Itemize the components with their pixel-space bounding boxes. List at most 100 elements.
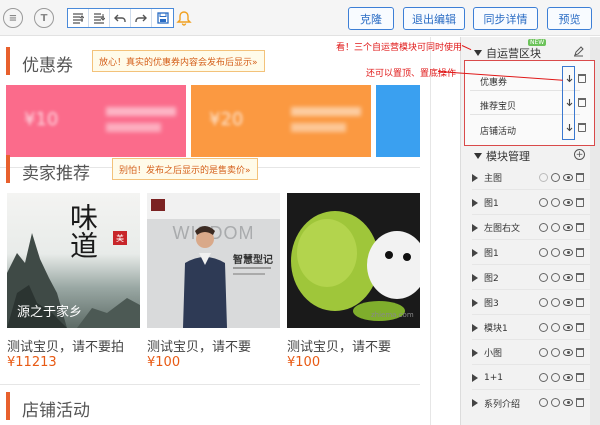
- move-up-icon[interactable]: [539, 373, 548, 382]
- product-image-subtext: 智慧型记: [233, 255, 273, 266]
- product-card[interactable]: 味道 美 源之于家乡 测试宝贝，请不要拍 ¥11213: [7, 193, 140, 370]
- delete-icon[interactable]: [577, 74, 586, 83]
- eye-icon[interactable]: [563, 399, 573, 406]
- eye-icon[interactable]: [563, 249, 573, 256]
- align-up-icon[interactable]: [68, 9, 89, 27]
- module-row[interactable]: 系列介绍: [472, 391, 590, 415]
- preview-button[interactable]: 预览: [547, 7, 592, 30]
- expand-triangle-icon[interactable]: [472, 173, 478, 182]
- delete-icon[interactable]: [576, 398, 584, 407]
- move-down-icon[interactable]: [551, 348, 560, 357]
- move-up-icon[interactable]: [539, 273, 548, 282]
- delete-icon[interactable]: [577, 123, 586, 132]
- product-name[interactable]: 测试宝贝，请不要拍: [7, 336, 140, 355]
- custom-block-header[interactable]: 自运营区块: [474, 45, 541, 61]
- module-label: 左图右文: [484, 224, 521, 234]
- menu-circle-icon[interactable]: ≡: [3, 8, 23, 28]
- delete-icon[interactable]: [576, 223, 584, 232]
- move-up-icon[interactable]: [539, 223, 548, 232]
- module-row[interactable]: 小图: [472, 341, 590, 365]
- module-row[interactable]: 左图右文: [472, 216, 590, 240]
- expand-triangle-icon[interactable]: [472, 323, 478, 332]
- delete-icon[interactable]: [576, 298, 584, 307]
- delete-icon[interactable]: [576, 373, 584, 382]
- sync-detail-button[interactable]: 同步详情: [473, 7, 538, 30]
- move-up-icon[interactable]: [539, 398, 548, 407]
- expand-triangle-icon[interactable]: [472, 298, 478, 307]
- move-down-icon[interactable]: [551, 173, 560, 182]
- move-up-icon[interactable]: [539, 248, 548, 257]
- module-row[interactable]: 图1: [472, 191, 590, 215]
- expand-triangle-icon[interactable]: [472, 248, 478, 257]
- coupon-card[interactable]: ¥20: [191, 85, 371, 157]
- eye-icon[interactable]: [563, 349, 573, 356]
- module-label: 主图: [484, 174, 503, 184]
- align-down-icon[interactable]: [89, 9, 110, 27]
- coupon-card[interactable]: ¥10: [6, 85, 186, 157]
- exit-edit-button[interactable]: 退出编辑: [403, 7, 465, 30]
- expand-triangle-icon[interactable]: [472, 198, 478, 207]
- move-down-icon[interactable]: [551, 248, 560, 257]
- product-card[interactable]: WISDOM 智慧型记 测试宝贝，请不要 ¥100: [147, 193, 280, 370]
- module-manage-header[interactable]: 模块管理: [474, 148, 530, 164]
- move-down-icon[interactable]: [565, 98, 574, 107]
- eye-icon[interactable]: [563, 299, 573, 306]
- move-down-icon[interactable]: [551, 273, 560, 282]
- text-circle-icon[interactable]: T: [34, 8, 54, 28]
- custom-item-coupon[interactable]: 优惠券: [480, 75, 507, 88]
- move-down-icon[interactable]: [551, 198, 560, 207]
- product-name[interactable]: 测试宝贝，请不要: [147, 336, 280, 355]
- move-up-icon[interactable]: [539, 298, 548, 307]
- clone-button[interactable]: 克隆: [348, 7, 394, 30]
- expand-triangle-icon[interactable]: [472, 223, 478, 232]
- expand-triangle-icon[interactable]: [472, 373, 478, 382]
- product-card[interactable]: zhiema.com 测试宝贝，请不要 ¥100: [287, 193, 420, 370]
- move-down-icon[interactable]: [551, 373, 560, 382]
- delete-icon[interactable]: [576, 273, 584, 282]
- eye-icon[interactable]: [563, 374, 573, 381]
- move-up-icon[interactable]: [539, 198, 548, 207]
- custom-item-activity[interactable]: 店铺活动: [480, 124, 516, 137]
- eye-icon[interactable]: [563, 324, 573, 331]
- add-module-icon[interactable]: +: [574, 149, 585, 160]
- redo-icon[interactable]: [131, 9, 152, 27]
- move-down-icon[interactable]: [551, 298, 560, 307]
- delete-icon[interactable]: [576, 198, 584, 207]
- delete-icon[interactable]: [576, 173, 584, 182]
- custom-item-recommend[interactable]: 推荐宝贝: [480, 99, 516, 112]
- move-up-icon[interactable]: [539, 173, 548, 182]
- delete-icon[interactable]: [576, 348, 584, 357]
- undo-icon[interactable]: [110, 9, 131, 27]
- collapse-triangle-icon[interactable]: [474, 153, 482, 159]
- move-down-icon[interactable]: [551, 323, 560, 332]
- module-row[interactable]: 图3: [472, 291, 590, 315]
- save-icon[interactable]: [152, 9, 173, 27]
- eye-icon[interactable]: [563, 199, 573, 206]
- product-name[interactable]: 测试宝贝，请不要: [287, 336, 420, 355]
- move-down-icon[interactable]: [565, 123, 574, 132]
- coupon-card[interactable]: [376, 85, 420, 157]
- module-row[interactable]: 模块1: [472, 316, 590, 340]
- expand-triangle-icon[interactable]: [472, 399, 478, 407]
- move-down-icon[interactable]: [565, 74, 574, 83]
- move-up-icon[interactable]: [539, 348, 548, 357]
- eye-icon[interactable]: [563, 274, 573, 281]
- delete-icon[interactable]: [576, 248, 584, 257]
- eye-icon[interactable]: [563, 224, 573, 231]
- delete-icon[interactable]: [577, 98, 586, 107]
- expand-triangle-icon[interactable]: [472, 348, 478, 357]
- move-up-icon[interactable]: [539, 323, 548, 332]
- module-row[interactable]: 主图: [472, 166, 590, 190]
- eye-icon[interactable]: [563, 174, 573, 181]
- module-row[interactable]: 图2: [472, 266, 590, 290]
- move-down-icon[interactable]: [551, 223, 560, 232]
- edit-pencil-icon[interactable]: [573, 46, 584, 57]
- module-row[interactable]: 图1: [472, 241, 590, 265]
- collapse-triangle-icon[interactable]: [474, 50, 482, 56]
- expand-triangle-icon[interactable]: [472, 273, 478, 282]
- activity-section-title: 店铺活动: [22, 401, 90, 421]
- move-down-icon[interactable]: [551, 398, 560, 407]
- delete-icon[interactable]: [576, 323, 584, 332]
- bell-icon[interactable]: [174, 8, 194, 28]
- module-row[interactable]: 1+1: [472, 366, 590, 390]
